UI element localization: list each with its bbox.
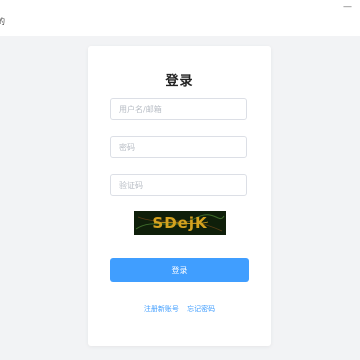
window-minimize-mark[interactable]: — — [343, 3, 352, 12]
window-corner-text: 的 — [0, 17, 5, 26]
captcha-graphic: SDejK — [135, 214, 225, 232]
login-title: 登录 — [165, 74, 194, 89]
account-links: 注册新账号 忘记密码 — [88, 304, 271, 314]
captcha-input[interactable] — [110, 174, 247, 196]
login-card: 登录 SDejK 登录 注册新账号 忘记密码 — [88, 46, 271, 346]
forgot-password-link[interactable]: 忘记密码 — [187, 305, 215, 313]
captcha-image[interactable]: SDejK — [134, 211, 226, 235]
register-link[interactable]: 注册新账号 — [144, 305, 179, 313]
login-button[interactable]: 登录 — [110, 258, 249, 282]
username-input[interactable] — [110, 98, 247, 120]
window-top-bar: 的 — — [0, 0, 360, 36]
password-input[interactable] — [110, 136, 247, 158]
